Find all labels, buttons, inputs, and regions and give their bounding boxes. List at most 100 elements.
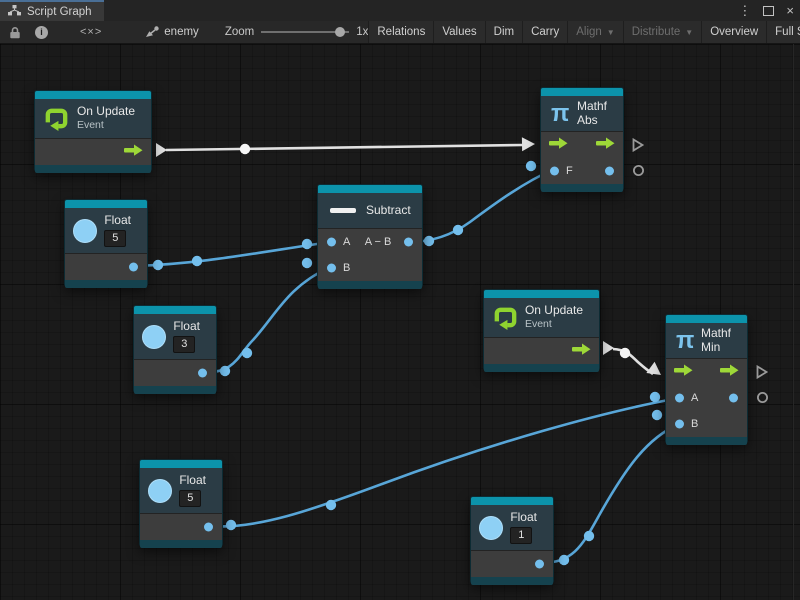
- node-float-3[interactable]: Float 3: [133, 305, 217, 393]
- control-port-arrow-icon[interactable]: [596, 136, 615, 154]
- connection-droplet: [302, 239, 312, 249]
- info-icon[interactable]: i: [28, 21, 55, 43]
- connection-droplet: [424, 236, 434, 246]
- toolbar-button-dim[interactable]: Dim: [485, 21, 522, 43]
- output-port[interactable]: [198, 369, 207, 378]
- connection-float-5a-to-subtract-a[interactable]: [134, 242, 330, 266]
- toolbar-button-values[interactable]: Values: [433, 21, 484, 43]
- output-port[interactable]: [129, 263, 138, 272]
- input-port[interactable]: [550, 167, 559, 176]
- node-header[interactable]: Float 1: [471, 505, 553, 551]
- node-header[interactable]: Float 5: [140, 468, 222, 514]
- control-port-arrow-icon[interactable]: [572, 342, 591, 360]
- external-control-port-icon[interactable]: [756, 365, 768, 384]
- output-port[interactable]: [204, 523, 213, 532]
- node-color-bar: [541, 88, 623, 96]
- connection-droplet: [326, 500, 336, 510]
- float-icon: [142, 325, 166, 349]
- edit-source-icon[interactable]: <×>: [73, 21, 109, 43]
- window-close-icon[interactable]: ×: [786, 4, 794, 17]
- node-header[interactable]: Subtract: [318, 193, 422, 229]
- node-color-bar: [471, 497, 553, 505]
- connection-droplet: [240, 144, 250, 154]
- connection-end-arrow-icon: [646, 362, 665, 381]
- zoom-slider-handle[interactable]: [335, 27, 345, 37]
- external-control-port-icon[interactable]: [632, 138, 644, 157]
- node-header[interactable]: π Mathf Min: [666, 323, 747, 359]
- node-header[interactable]: Float 3: [134, 314, 216, 360]
- input-port[interactable]: [327, 264, 336, 273]
- toolbar-button-overview[interactable]: Overview: [701, 21, 766, 43]
- control-port-arrow-icon[interactable]: [549, 136, 568, 154]
- node-header[interactable]: π Mathf Abs: [541, 96, 623, 132]
- node-min[interactable]: π Mathf Min AB: [665, 314, 748, 444]
- control-port-arrow-icon[interactable]: [674, 363, 693, 381]
- value-input[interactable]: 5: [179, 490, 201, 507]
- connection-droplet: [153, 260, 163, 270]
- window-maximize-icon[interactable]: [763, 6, 774, 16]
- node-float-1[interactable]: Float 1: [470, 496, 554, 584]
- node-subtract[interactable]: Subtract AA − BB: [317, 184, 423, 288]
- float-icon: [148, 479, 172, 503]
- control-port-arrow-icon[interactable]: [124, 143, 143, 161]
- output-port[interactable]: [404, 238, 413, 247]
- connection-on-update-1-to-abs[interactable]: [166, 145, 523, 150]
- external-value-port-icon[interactable]: [756, 391, 769, 409]
- node-abs[interactable]: π Mathf Abs F: [540, 87, 624, 191]
- window-menu-icon[interactable]: ⋮: [738, 4, 751, 17]
- node-footer: [35, 165, 151, 173]
- connection-float-1-to-min-b[interactable]: [540, 424, 679, 563]
- value-input[interactable]: 5: [104, 230, 126, 247]
- connection-float-5b-to-min-a[interactable]: [209, 398, 679, 527]
- toolbar-button-full-screen[interactable]: Full Screen: [766, 21, 800, 43]
- node-on-update-2[interactable]: On Update Event: [483, 289, 600, 371]
- graph-name-label: enemy: [164, 26, 199, 38]
- node-header[interactable]: On Update Event: [484, 298, 599, 338]
- node-row: [134, 360, 216, 386]
- external-value-port-icon[interactable]: [632, 164, 645, 182]
- zoom-label: Zoom: [225, 26, 254, 38]
- port-label: B: [343, 262, 350, 274]
- value-input[interactable]: 1: [510, 527, 532, 544]
- tab-script-graph[interactable]: Script Graph: [0, 0, 104, 21]
- input-port[interactable]: [327, 238, 336, 247]
- node-float-5a[interactable]: Float 5: [64, 199, 148, 287]
- toolbar-button-relations[interactable]: Relations: [368, 21, 433, 43]
- input-port[interactable]: [675, 394, 684, 403]
- zoom-slider[interactable]: [261, 26, 349, 38]
- float-icon: [73, 219, 97, 243]
- node-color-bar: [484, 290, 599, 298]
- control-port-arrow-icon[interactable]: [720, 363, 739, 381]
- output-port[interactable]: [729, 394, 738, 403]
- output-port[interactable]: [535, 560, 544, 569]
- connection-droplet: [650, 392, 660, 402]
- value-input[interactable]: 3: [173, 336, 195, 353]
- zoom-value: 1x: [356, 26, 368, 38]
- node-row: [140, 514, 222, 540]
- graph-canvas[interactable]: On Update Event Float 5 Subtract AA − BB…: [0, 44, 800, 600]
- graph-breadcrumb[interactable]: enemy: [145, 26, 199, 38]
- node-float-5b[interactable]: Float 5: [139, 459, 223, 547]
- connection-on-update-2-to-min[interactable]: [613, 349, 653, 374]
- graph-pointer-icon: [145, 26, 159, 38]
- tab-title: Script Graph: [27, 6, 92, 18]
- node-footer: [140, 540, 222, 548]
- node-header[interactable]: On Update Event: [35, 99, 151, 139]
- connection-subtract-to-abs-f[interactable]: [409, 169, 554, 242]
- node-on-update-1[interactable]: On Update Event: [34, 90, 152, 172]
- node-row: [35, 139, 151, 165]
- node-color-bar: [65, 200, 147, 208]
- connection-float-3-to-subtract-b[interactable]: [203, 267, 330, 372]
- toolbar-button-distribute: Distribute▼: [623, 21, 702, 43]
- loop-arrow-icon: [43, 105, 70, 132]
- output-port[interactable]: [605, 167, 614, 176]
- node-title: Float: [173, 320, 200, 334]
- node-header[interactable]: Float 5: [65, 208, 147, 254]
- lock-icon[interactable]: [2, 21, 28, 43]
- toolbar-button-carry[interactable]: Carry: [522, 21, 567, 43]
- connection-droplet: [226, 520, 236, 530]
- connection-droplet: [242, 348, 252, 358]
- tab-bar: Script Graph ⋮ ×: [0, 0, 800, 21]
- input-port[interactable]: [675, 420, 684, 429]
- node-subtitle: Event: [77, 119, 135, 132]
